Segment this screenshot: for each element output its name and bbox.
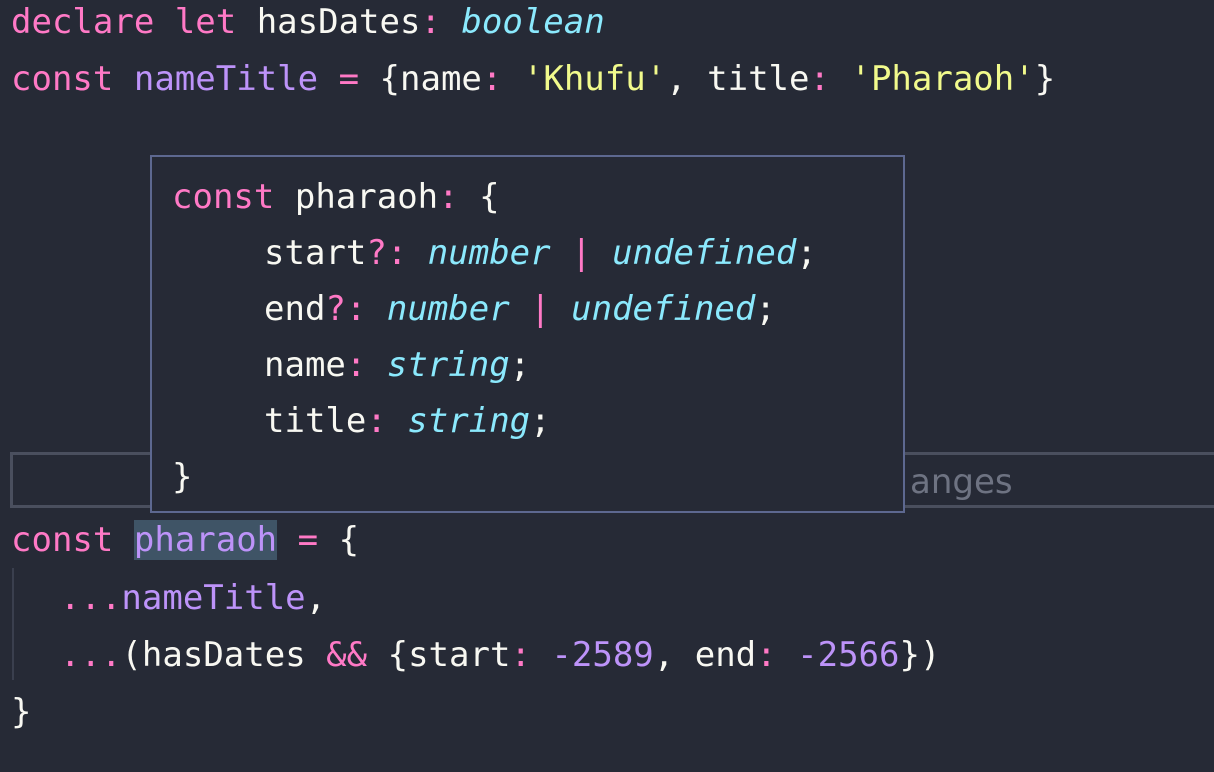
type-boolean: boolean <box>461 2 605 42</box>
type-undefined: undefined <box>612 233 797 273</box>
brace-close: } <box>172 457 193 497</box>
tooltip-header: const pharaoh: { <box>172 169 500 225</box>
type-string: string <box>407 401 531 441</box>
colon: : <box>481 59 503 99</box>
key-end: end <box>694 635 757 675</box>
brace-paren-close: }) <box>899 635 941 675</box>
colon: : <box>809 59 830 99</box>
semicolon: ; <box>509 345 531 385</box>
string-pharaoh: 'Pharaoh' <box>850 59 1035 99</box>
string-khufu: 'Khufu' <box>522 59 667 99</box>
keyword-const: const <box>172 177 275 217</box>
prop-name: start <box>264 233 367 273</box>
brace-close: } <box>1034 59 1056 99</box>
brace-close: } <box>11 692 32 732</box>
prop-optional-colon: ?: <box>325 289 367 329</box>
type-string: string <box>386 345 510 385</box>
code-line-9[interactable]: const pharaoh = { <box>11 512 359 568</box>
prop-colon: : <box>345 345 367 385</box>
identifier-hasDates: hasDates <box>141 635 306 675</box>
code-line-1[interactable]: declare let hasDates: boolean <box>11 0 605 50</box>
tooltip-prop-start: start?: number | undefined; <box>264 225 817 281</box>
keyword-const: const <box>11 59 114 99</box>
identifier-nameTitle: nameTitle <box>133 59 319 99</box>
prop-colon: : <box>366 401 387 441</box>
tooltip-prop-end: end?: number | undefined; <box>264 281 776 337</box>
type-number: number <box>427 233 551 273</box>
identifier-nameTitle: nameTitle <box>121 578 306 618</box>
colon: : <box>510 635 531 675</box>
prop-name: name <box>264 345 346 385</box>
type-undefined: undefined <box>571 289 756 329</box>
code-line-2[interactable]: const nameTitle = {name: 'Khufu', title:… <box>11 51 1055 107</box>
paren-open: ( <box>121 635 142 675</box>
tooltip-prop-name: name: string; <box>264 337 530 393</box>
indent-guide <box>12 568 14 680</box>
union-pipe: | <box>571 233 592 273</box>
brace-open: { <box>387 635 409 675</box>
key-start: start <box>408 635 511 675</box>
identifier-pharaoh-selected[interactable]: pharaoh <box>133 520 278 560</box>
comma: , <box>653 635 675 675</box>
keyword-declare: declare <box>11 2 155 42</box>
operator-equals: = <box>338 59 360 99</box>
semicolon: ; <box>796 233 817 273</box>
tooltip-close: } <box>172 449 192 505</box>
comma: , <box>666 59 687 99</box>
identifier-hasDates: hasDates <box>256 2 421 42</box>
spread-operator: ... <box>60 578 122 618</box>
brace-open: { <box>479 177 500 217</box>
tooltip-prop-title: title: string; <box>264 393 551 449</box>
prop-optional-colon: ?: <box>366 233 408 273</box>
keyword-const: const <box>11 520 114 560</box>
semicolon: ; <box>530 401 551 441</box>
code-line-11[interactable]: ...(hasDates && {start: -2589, end: -256… <box>60 627 940 683</box>
number-start: -2589 <box>551 635 654 675</box>
colon: : <box>438 177 459 217</box>
prop-name: title <box>264 401 367 441</box>
keyword-let: let <box>174 2 237 42</box>
spread-operator: ... <box>60 635 122 675</box>
prop-name: end <box>264 289 326 329</box>
colon: : <box>420 2 441 42</box>
colon: : <box>756 635 777 675</box>
key-title: title <box>707 59 810 99</box>
number-end: -2566 <box>797 635 900 675</box>
code-editor[interactable]: declare let hasDates: boolean const name… <box>0 0 1214 772</box>
operator-and: && <box>326 635 368 675</box>
brace-open: { <box>338 520 360 560</box>
code-line-10[interactable]: ...nameTitle, <box>60 570 326 626</box>
inline-widget-text: anges <box>910 462 1013 502</box>
type-number: number <box>386 289 510 329</box>
operator-equals: = <box>297 520 319 560</box>
hover-tooltip: const pharaoh: { start?: number | undefi… <box>150 155 905 513</box>
key-name: name <box>400 59 482 99</box>
union-pipe: | <box>530 289 551 329</box>
code-line-12[interactable]: } <box>11 684 31 740</box>
identifier-pharaoh: pharaoh <box>294 177 439 217</box>
semicolon: ; <box>755 289 776 329</box>
brace-open: { <box>379 59 401 99</box>
comma: , <box>305 578 327 618</box>
